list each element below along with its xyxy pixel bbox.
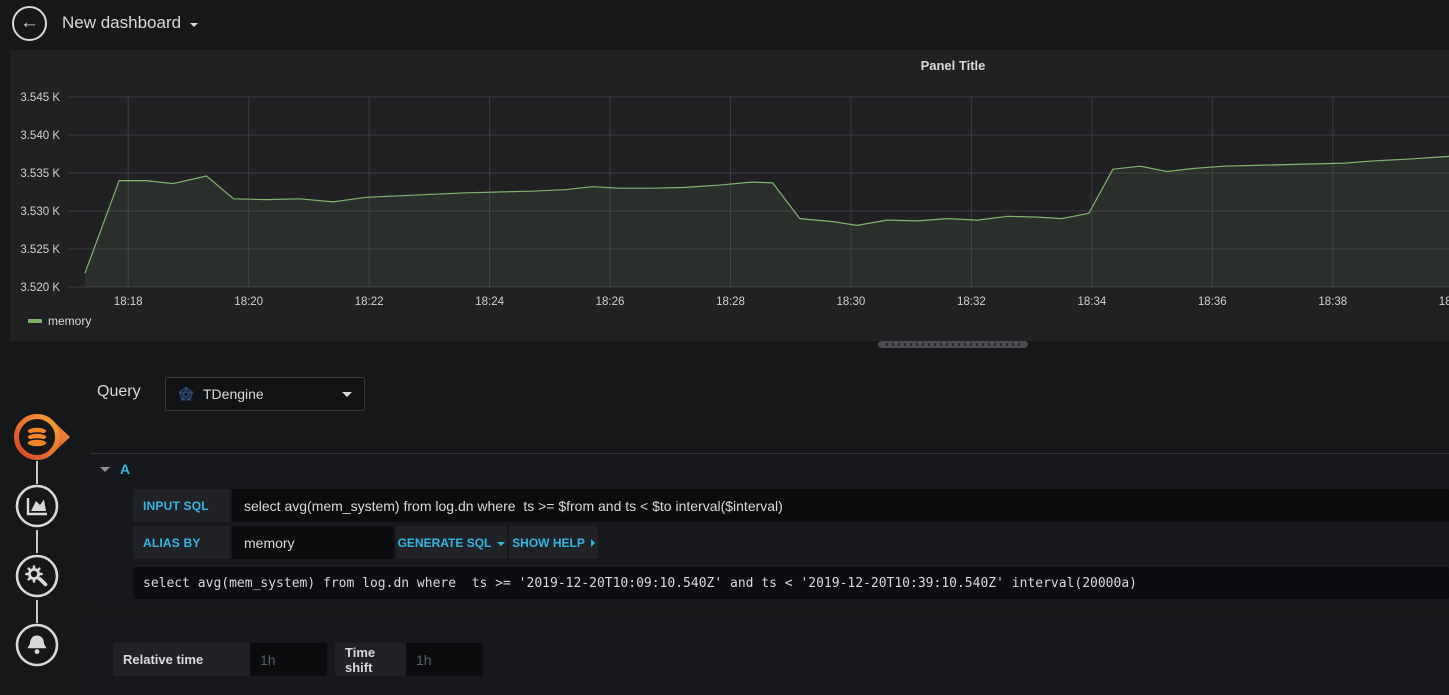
generated-sql-preview: select avg(mem_system) from log.dn where… <box>133 567 1449 599</box>
graph-panel: Panel Title 3.520 K 3.525 K 3.530 K 3.535 K… <box>10 50 1449 341</box>
tab-connector-line <box>36 600 38 623</box>
time-shift-label: Time shift <box>335 643 406 676</box>
svg-text:18:26: 18:26 <box>596 296 625 308</box>
svg-text:18:22: 18:22 <box>355 296 384 308</box>
dashboard-title-dropdown[interactable]: New dashboard <box>62 13 199 33</box>
top-nav-bar: ← New dashboard <box>0 0 1449 48</box>
generate-sql-label: GENERATE SQL <box>397 535 492 550</box>
tab-alert[interactable] <box>15 623 59 672</box>
tab-visualization[interactable] <box>15 484 59 533</box>
alias-by-label: ALIAS BY <box>133 526 230 559</box>
input-sql-field[interactable]: select avg(mem_system) from log.dn where… <box>232 489 1449 522</box>
generate-sql-button[interactable]: GENERATE SQL <box>396 526 507 559</box>
svg-text:3.540 K: 3.540 K <box>20 130 60 142</box>
svg-text:18:28: 18:28 <box>716 296 745 308</box>
panel-resize-handle[interactable] <box>878 341 1028 348</box>
svg-text:18:30: 18:30 <box>837 296 866 308</box>
query-section-title: Query <box>97 383 141 400</box>
tab-general[interactable] <box>15 554 59 603</box>
svg-text:18:36: 18:36 <box>1198 296 1227 308</box>
svg-text:18:24: 18:24 <box>475 296 504 308</box>
query-row-header[interactable]: A <box>90 454 1449 484</box>
svg-text:18:40: 18:40 <box>1439 296 1449 308</box>
svg-text:18:38: 18:38 <box>1318 296 1347 308</box>
svg-text:18:34: 18:34 <box>1078 296 1107 308</box>
legend-color-dash <box>28 319 42 323</box>
show-help-button[interactable]: SHOW HELP <box>509 526 598 559</box>
database-icon <box>14 414 70 460</box>
svg-text:3.520 K: 3.520 K <box>20 282 60 294</box>
datasource-select[interactable]: TDengine <box>165 377 365 411</box>
tab-connector-line <box>36 530 38 553</box>
legend-item-memory[interactable]: memory <box>28 314 91 328</box>
back-arrow-icon: ← <box>20 12 39 33</box>
gear-icon <box>15 554 59 598</box>
svg-text:3.525 K: 3.525 K <box>20 244 60 256</box>
query-options: Relative time Time shift <box>90 618 1449 695</box>
svg-text:3.535 K: 3.535 K <box>20 168 60 180</box>
legend-label: memory <box>48 314 92 328</box>
tab-connector-line <box>36 461 38 484</box>
svg-text:18:18: 18:18 <box>114 296 143 308</box>
collapse-caret-icon <box>100 467 110 472</box>
dashboard-title: New dashboard <box>62 13 182 32</box>
query-ref-id: A <box>120 461 131 477</box>
bell-icon <box>15 623 59 667</box>
chart-icon <box>15 484 59 528</box>
chevron-down-icon <box>342 391 352 397</box>
tdengine-logo-icon <box>178 386 194 402</box>
svg-text:3.530 K: 3.530 K <box>20 206 60 218</box>
datasource-name: TDengine <box>203 386 264 402</box>
input-sql-label: INPUT SQL <box>133 489 230 522</box>
relative-time-label: Relative time <box>113 643 250 676</box>
svg-text:18:32: 18:32 <box>957 296 986 308</box>
chevron-down-icon <box>497 541 506 546</box>
svg-text:18:20: 18:20 <box>234 296 263 308</box>
back-button[interactable]: ← <box>12 6 47 41</box>
tab-queries[interactable] <box>9 411 71 468</box>
query-editor: A INPUT SQL select avg(mem_system) from … <box>90 453 1449 602</box>
show-help-label: SHOW HELP <box>512 535 585 550</box>
relative-time-input[interactable] <box>250 643 327 676</box>
chevron-right-icon <box>590 538 595 547</box>
alias-by-field[interactable]: memory <box>232 526 394 559</box>
chevron-down-icon <box>190 22 199 27</box>
svg-text:3.545 K: 3.545 K <box>20 92 60 104</box>
time-series-chart[interactable]: 3.520 K 3.525 K 3.530 K 3.535 K 3.540 K 3.545… <box>10 50 1449 341</box>
time-shift-input[interactable] <box>406 643 483 676</box>
